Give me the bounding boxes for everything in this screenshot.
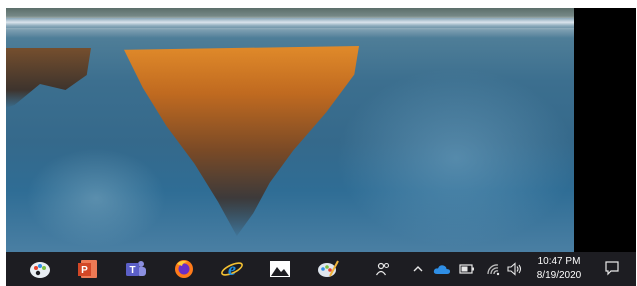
wifi-icon — [487, 264, 500, 276]
wallpaper-water-sheen-left — [26, 148, 166, 248]
teams-letter: T — [129, 265, 135, 276]
paint-icon — [318, 260, 339, 277]
people-button[interactable] — [374, 260, 392, 278]
battery-icon — [459, 264, 474, 274]
action-center-icon — [605, 261, 619, 276]
clock-time: 10:47 PM — [537, 256, 581, 267]
photos-taskbar-button[interactable] — [268, 258, 292, 280]
photos-icon — [270, 261, 290, 277]
internet-explorer-icon: e — [221, 259, 243, 279]
powerpoint-taskbar-button[interactable]: P — [76, 258, 100, 280]
paint-taskbar-button[interactable] — [316, 258, 340, 280]
firefox-icon — [175, 260, 193, 278]
taskbar: P T e 10:47 PM 8/19/2020 — [6, 252, 636, 286]
onedrive-button[interactable] — [432, 260, 452, 278]
paint-palette-icon — [30, 262, 50, 278]
firefox-taskbar-button[interactable] — [172, 258, 196, 280]
network-button[interactable] — [484, 260, 502, 278]
paint-3d-taskbar-button[interactable] — [28, 258, 52, 280]
wallpaper-cliff-reflection — [6, 48, 91, 108]
action-center-button[interactable] — [602, 259, 622, 277]
volume-button[interactable] — [506, 260, 524, 278]
powerpoint-letter: P — [81, 265, 88, 276]
wallpaper-water-sheen — [336, 68, 574, 248]
clock-date: 8/19/2020 — [536, 270, 582, 281]
teams-taskbar-button[interactable]: T — [124, 258, 148, 280]
clock-button[interactable]: 10:47 PM 8/19/2020 — [530, 255, 588, 283]
powerpoint-icon: P — [78, 260, 97, 278]
internet-explorer-taskbar-button[interactable]: e — [220, 258, 244, 280]
onedrive-cloud-icon — [433, 265, 451, 274]
desktop-wallpaper[interactable] — [6, 8, 574, 252]
wallpaper-wave-foam — [6, 28, 574, 38]
desktop-screen: P T e 10:47 PM 8/19/2020 — [6, 8, 636, 286]
teams-icon: T — [126, 261, 146, 276]
people-icon — [375, 262, 390, 276]
show-hidden-icons-button[interactable] — [410, 260, 426, 278]
battery-button[interactable] — [458, 260, 476, 278]
chevron-up-icon — [413, 266, 423, 272]
volume-icon — [507, 262, 522, 276]
ie-letter: e — [228, 259, 236, 279]
